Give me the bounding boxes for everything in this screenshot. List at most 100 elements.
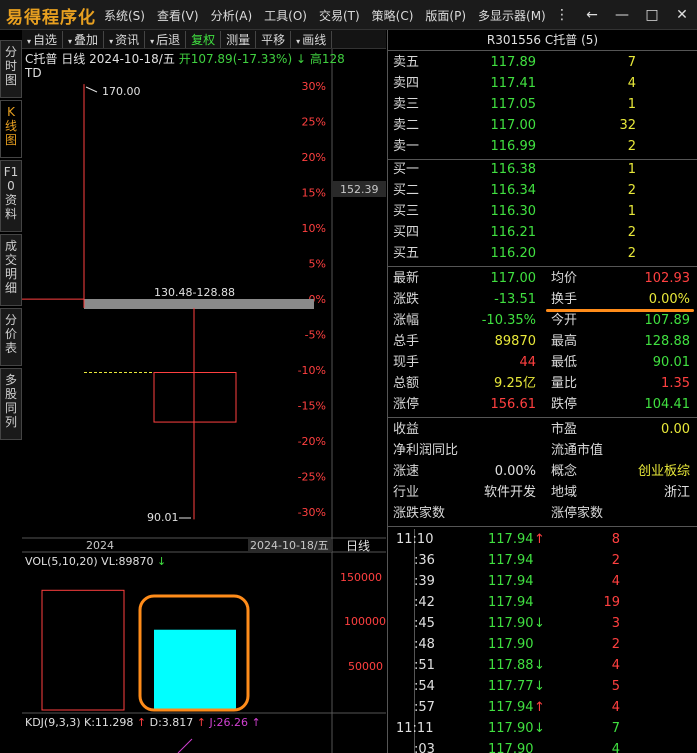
up-arrow-icon: ↑ bbox=[534, 700, 545, 715]
td-label: TD bbox=[25, 66, 42, 80]
tick-time: :45 bbox=[414, 616, 435, 631]
stat-value: -10.35% bbox=[481, 313, 536, 328]
stat-label: 涨停 bbox=[393, 397, 420, 412]
period-button[interactable]: 日线 bbox=[346, 539, 370, 553]
kline-svg[interactable]: 152.39 30%25%20%15%10%5%0%-5%-10%-15%-20… bbox=[22, 49, 386, 753]
menu-analysis[interactable]: 分析(A) bbox=[211, 7, 253, 24]
info-label: 收益 bbox=[393, 422, 420, 437]
stat-value: 117.00 bbox=[490, 271, 537, 286]
sell-level-row-volume: 32 bbox=[619, 118, 636, 133]
tick-volume: 2 bbox=[611, 553, 620, 568]
more-icon[interactable]: ⋮ bbox=[547, 7, 577, 23]
kdj-panel-title: KDJ(9,3,3) K:11.298 ↑ D:3.817 ↑ J:26.26 … bbox=[25, 716, 261, 729]
stat-value: 128.88 bbox=[644, 334, 691, 349]
chart-period: 日线 bbox=[61, 52, 86, 66]
tick-price: 117.77 bbox=[488, 679, 534, 694]
up-arrow-icon: ↑ bbox=[534, 532, 545, 547]
buy-level-row-label: 买三 bbox=[393, 204, 420, 219]
tab-timeshare[interactable]: 分时图 bbox=[0, 40, 22, 98]
stat-label: 量比 bbox=[551, 376, 578, 391]
pct-axis-label: -20% bbox=[298, 435, 326, 448]
kline-chart[interactable]: 152.39 30% 25% 20% 15% 10% 5% 0% -5% -10% -15% -20… bbox=[22, 49, 386, 753]
sell-level-row-price: 116.99 bbox=[490, 139, 537, 154]
sell-level-row-volume: 7 bbox=[627, 55, 636, 70]
tick-price: 117.94 bbox=[488, 574, 534, 589]
tab-trade-detail[interactable]: 成交明细 bbox=[0, 234, 22, 306]
volume-panel-title: VOL(5,10,20) VL:89870 ↓ bbox=[25, 555, 167, 568]
low-label: 90.01 bbox=[147, 511, 179, 524]
pct-axis-label: 25% bbox=[302, 116, 326, 129]
menu-strategy[interactable]: 策略(C) bbox=[372, 7, 414, 24]
open-value: 107.89(-17.33%) bbox=[190, 52, 293, 66]
stat-value: 9.25亿 bbox=[494, 376, 536, 391]
tab-kline[interactable]: K线图 bbox=[0, 100, 22, 158]
down-arrow-icon: ↓ bbox=[534, 658, 545, 673]
stat-value: 107.89 bbox=[644, 313, 691, 328]
high-label-text: 高 bbox=[309, 52, 322, 66]
buy-level-row-volume: 1 bbox=[627, 162, 636, 177]
menu-layout[interactable]: 版面(P) bbox=[425, 7, 466, 24]
toolbar-watchlist-button[interactable]: ▾ 自选 bbox=[22, 30, 64, 48]
toolbar-draw-button[interactable]: ▾ 画线 bbox=[291, 30, 333, 48]
high-value: 128 bbox=[321, 52, 345, 66]
tick-volume: 2 bbox=[611, 637, 620, 652]
toolbar-news-button[interactable]: ▾ 资讯 bbox=[104, 30, 146, 48]
left-tab-bar: 分时图 K线图 F10资料 成交明细 分价表 多股同列 bbox=[0, 40, 22, 442]
pct-axis-label: 30% bbox=[302, 80, 326, 93]
stat-label: 总额 bbox=[393, 376, 420, 391]
sell-level-row-label: 卖二 bbox=[393, 118, 420, 133]
tick-time: 11:10 bbox=[396, 532, 434, 547]
tick-price: 117.94 bbox=[488, 532, 534, 547]
menu-view[interactable]: 查看(V) bbox=[157, 7, 199, 24]
tick-time: :48 bbox=[414, 637, 435, 652]
tick-price: 117.88 bbox=[488, 658, 534, 673]
window-controls: ⋮ ← — □ ✕ bbox=[547, 0, 697, 30]
stat-value: 0.00% bbox=[648, 292, 690, 307]
buy-level-row-label: 买二 bbox=[393, 183, 420, 198]
menu-trade[interactable]: 交易(T) bbox=[319, 7, 360, 24]
down-arrow-icon: ↓ bbox=[295, 52, 307, 66]
dropdown-icon: ▾ bbox=[296, 36, 301, 46]
dropdown-icon: ▾ bbox=[27, 36, 32, 46]
toolbar-adjust-button[interactable]: 复权 bbox=[186, 30, 222, 48]
info-label: 地域 bbox=[551, 485, 578, 500]
stat-value: 90.01 bbox=[652, 355, 690, 370]
vol-axis-label: 100000 bbox=[344, 615, 386, 628]
tick-price: 117.90 bbox=[488, 637, 534, 652]
down-arrow-icon: ↓ bbox=[534, 679, 545, 694]
menu-system[interactable]: 系统(S) bbox=[104, 7, 145, 24]
buy-level-row-label: 买四 bbox=[393, 225, 420, 240]
pct-axis-label: 20% bbox=[302, 151, 326, 164]
toolbar-back-button[interactable]: ▾ 后退 bbox=[145, 30, 187, 48]
stat-label: 换手 bbox=[551, 292, 578, 307]
stat-value: 89870 bbox=[494, 334, 536, 349]
tab-f10[interactable]: F10资料 bbox=[0, 160, 22, 232]
toolbar-measure-button[interactable]: 测量 bbox=[221, 30, 257, 48]
menu-tools[interactable]: 工具(O) bbox=[264, 7, 307, 24]
volume-bar bbox=[154, 629, 236, 710]
stat-label: 均价 bbox=[551, 271, 578, 286]
buy-level-row-price: 116.20 bbox=[490, 246, 537, 261]
buy-level-row-price: 116.38 bbox=[490, 162, 537, 177]
buy-level-row-volume: 1 bbox=[627, 204, 636, 219]
toolbar-pan-button[interactable]: 平移 bbox=[256, 30, 292, 48]
stat-label: 跌停 bbox=[551, 397, 578, 412]
vol-axis-label: 150000 bbox=[340, 571, 382, 584]
toolbar-overlay-button[interactable]: ▾ 叠加 bbox=[63, 30, 105, 48]
back-arrow-icon[interactable]: ← bbox=[577, 7, 607, 23]
minimize-icon[interactable]: — bbox=[607, 7, 637, 23]
maximize-icon[interactable]: □ bbox=[637, 7, 667, 23]
tick-volume: 4 bbox=[611, 742, 620, 753]
close-icon[interactable]: ✕ bbox=[667, 7, 697, 23]
tab-multi-stock[interactable]: 多股同列 bbox=[0, 368, 22, 440]
tick-volume: 4 bbox=[611, 658, 620, 673]
pct-axis-label: -5% bbox=[305, 329, 326, 342]
tab-price-table[interactable]: 分价表 bbox=[0, 308, 22, 366]
tick-price: 117.90 bbox=[488, 616, 534, 631]
open-label: 开 bbox=[178, 52, 191, 66]
pct-axis-label: -10% bbox=[298, 364, 326, 377]
menu-multi-display[interactable]: 多显示器(M) bbox=[478, 7, 546, 24]
high-arrow-icon bbox=[85, 86, 98, 93]
title-bar: 易得程序化 系统(S) 查看(V) 分析(A) 工具(O) 交易(T) 策略(C… bbox=[0, 0, 697, 30]
chart-toolbar: ▾ 自选 ▾ 叠加 ▾ 资讯 ▾ 后退 复权 测量 平移 ▾ 画线 bbox=[22, 30, 386, 49]
